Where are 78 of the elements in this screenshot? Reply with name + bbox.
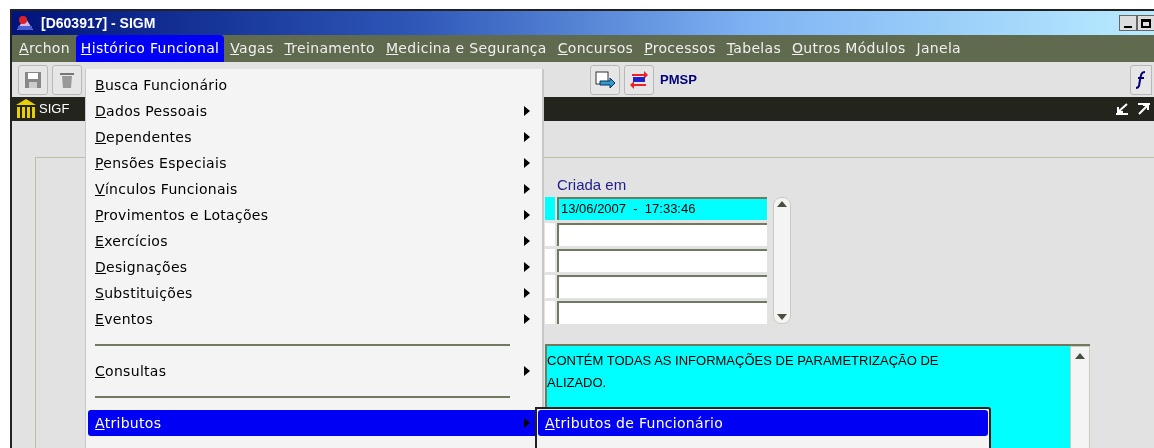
swap-arrows-icon — [629, 69, 649, 90]
menu-item-label: Vínculos Funcionais — [95, 179, 238, 199]
submenu-arrow-icon — [524, 314, 530, 324]
menu-bar-item[interactable]: Janela — [911, 35, 966, 63]
scrollbar[interactable] — [773, 196, 791, 324]
menu-item-label: Substituições — [95, 283, 193, 303]
scroll-up-icon — [777, 200, 787, 207]
menu-bar-item[interactable]: Outros Módulos — [787, 35, 911, 63]
menu-item[interactable]: Substituições — [88, 280, 540, 306]
trash-icon — [59, 70, 75, 89]
column-label: Criada em — [557, 175, 628, 195]
menu-bar-item[interactable]: Concursos — [552, 35, 639, 63]
menu-bar-item[interactable]: Histórico Funcional — [75, 35, 225, 63]
menu-item[interactable]: Atributos de Funcionário — [538, 410, 988, 436]
italic-f-icon — [1136, 70, 1146, 89]
menu-item-label: Busca Funcionário — [95, 75, 228, 95]
input-field[interactable]: 13/06/2007 - 17:33:46 — [557, 196, 767, 220]
scroll-down-icon — [777, 313, 787, 320]
submenu-arrow-icon — [524, 210, 530, 220]
input-field[interactable] — [557, 274, 767, 298]
app-logo-icon — [15, 14, 35, 33]
submenu-arrow-icon — [524, 132, 530, 142]
input-field[interactable] — [557, 222, 767, 246]
submenu-arrow-icon — [524, 158, 530, 168]
minimize-button[interactable] — [1119, 15, 1137, 32]
menu-bar-item[interactable]: Archon — [14, 35, 75, 63]
menu-item-label: Pensões Especiais — [95, 153, 227, 173]
minimize-arrow-icon — [1115, 103, 1129, 116]
menu-bar-item[interactable]: Processos — [639, 35, 721, 63]
menu-item[interactable]: Consultas — [88, 358, 540, 384]
input-field[interactable] — [557, 248, 767, 272]
menu-bar-item[interactable]: Medicina e Segurança — [380, 35, 552, 63]
menu-item[interactable]: Dependentes — [88, 124, 540, 150]
export-button[interactable] — [590, 64, 620, 95]
submenu-arrow-icon — [524, 262, 530, 272]
menu-item-label: Dependentes — [95, 127, 192, 147]
menu-bar-item[interactable]: Treinamento — [279, 35, 380, 63]
menu-item[interactable]: Busca Funcionário — [88, 72, 540, 98]
submenu-arrow-icon — [524, 106, 530, 116]
submenu-arrow-icon — [524, 236, 530, 246]
scrollbar[interactable] — [1070, 345, 1090, 448]
menu-bar-item[interactable]: Tabelas — [721, 35, 786, 63]
save-button[interactable] — [18, 64, 48, 95]
input-field[interactable] — [557, 300, 767, 324]
table-cell — [545, 196, 555, 220]
menu-item-label: Provimentos e Lotações — [95, 205, 269, 225]
menu-item-label: Consultas — [95, 361, 167, 381]
menu-item-label: Dados Pessoais — [95, 101, 208, 121]
menu-item[interactable]: Vínculos Funcionais — [88, 176, 540, 202]
submenu-arrow-icon — [524, 184, 530, 194]
submenu-arrow-icon — [524, 288, 530, 298]
menu-item-label: Atributos — [95, 413, 162, 433]
menu-item[interactable]: Exercícios — [88, 228, 540, 254]
delete-button[interactable] — [52, 64, 82, 95]
menu-item[interactable]: Pensões Especiais — [88, 150, 540, 176]
submenu-arrow-icon — [524, 418, 530, 428]
menu-item-label: Eventos — [95, 309, 154, 329]
menu-item[interactable]: Designações — [88, 254, 540, 280]
scroll-up-icon — [1075, 352, 1085, 359]
menu-item-label: Designações — [95, 257, 188, 277]
function-button[interactable] — [1130, 64, 1152, 95]
menu-item-label: Exercícios — [95, 231, 168, 251]
document-arrow-icon — [594, 70, 616, 89]
maximize-button[interactable] — [1137, 15, 1154, 32]
company-button[interactable] — [624, 64, 654, 95]
menu-item[interactable]: Eventos — [88, 306, 540, 332]
menu-bar-item[interactable]: Vagas — [225, 35, 279, 63]
organization-label: PMSP — [660, 71, 697, 90]
floppy-icon — [24, 70, 42, 89]
menu-item[interactable]: Provimentos e Lotações — [88, 202, 540, 228]
building-icon — [15, 98, 37, 121]
maximize-arrow-icon — [1137, 103, 1151, 116]
window-title: [D603917] - SIGM — [41, 13, 156, 33]
inner-window-title: SIGF — [39, 100, 70, 119]
description-text: ALIZADO. — [547, 373, 608, 392]
submenu-arrow-icon — [524, 366, 530, 376]
description-text: CONTÉM TODAS AS INFORMAÇÕES DE PARAMETRIZAÇÃO DE — [547, 351, 940, 370]
menu-item[interactable]: Dados Pessoais — [88, 98, 540, 124]
